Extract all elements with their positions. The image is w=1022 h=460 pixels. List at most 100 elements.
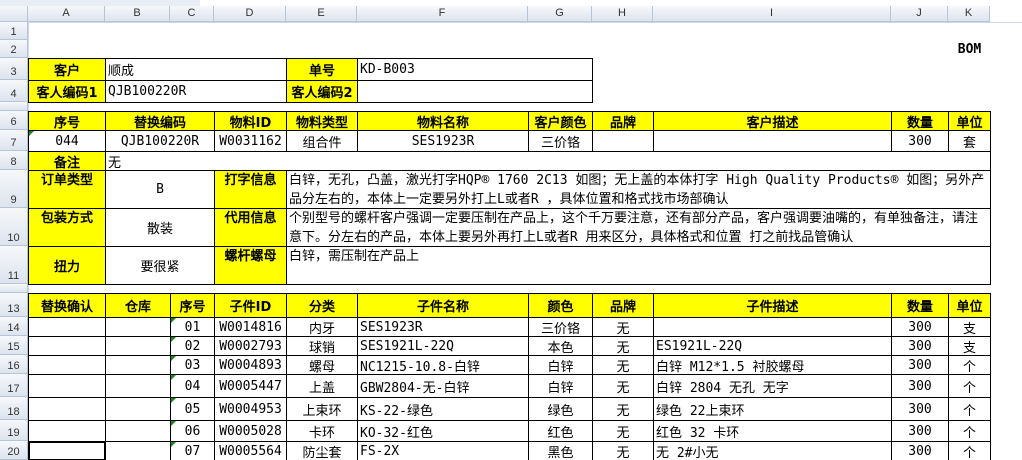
pack-value[interactable]: 散装 [105, 208, 215, 247]
row-header-15[interactable]: 15 [0, 336, 28, 355]
row-header-7[interactable]: 7 [0, 130, 28, 151]
main-row-cell-6[interactable] [592, 130, 654, 152]
table-row-1-cell-3[interactable]: W0002793 [214, 336, 287, 356]
main-header-6[interactable]: 品牌 [592, 111, 654, 131]
table-row-1-cell-1[interactable] [105, 336, 171, 356]
alt-info-label[interactable]: 代用信息 [214, 208, 287, 247]
main-header-7[interactable]: 客户描述 [653, 111, 892, 131]
table-row-2-cell-8[interactable]: 白锌 M12*1.5 衬胶螺母 [653, 355, 892, 375]
table-row-0-cell-0[interactable] [28, 317, 106, 337]
table-row-4-cell-10[interactable]: 个 [948, 397, 991, 421]
child-header-4[interactable]: 分类 [286, 293, 358, 318]
table-row-0-cell-2[interactable]: 01 [170, 317, 215, 337]
child-header-5[interactable]: 子件名称 [357, 293, 529, 318]
main-row-cell-4[interactable]: SES1923R [357, 130, 529, 152]
table-row-6-cell-5[interactable]: FS-2X [357, 441, 529, 460]
child-header-10[interactable]: 单位 [948, 293, 991, 318]
table-row-1-cell-6[interactable]: 本色 [528, 336, 593, 356]
main-row-cell-1[interactable]: QJB100220R [105, 130, 215, 152]
table-row-4-cell-6[interactable]: 绿色 [528, 397, 593, 421]
main-row-cell-9[interactable]: 套 [948, 130, 991, 152]
row-header-20[interactable]: 20 [0, 441, 28, 460]
table-row-2-cell-5[interactable]: NC1215-10.8-白锌 [357, 355, 529, 375]
main-header-9[interactable]: 单位 [948, 111, 991, 131]
main-header-8[interactable]: 数量 [891, 111, 949, 131]
table-row-2-cell-1[interactable] [105, 355, 171, 375]
column-header-e[interactable]: E [286, 6, 357, 22]
table-row-3-cell-9[interactable]: 300 [891, 374, 949, 398]
table-row-5-cell-0[interactable] [28, 420, 106, 442]
table-row-6-cell-2[interactable]: 07 [170, 441, 215, 460]
table-row-1-cell-0[interactable] [28, 336, 106, 356]
column-header-h[interactable]: H [592, 6, 653, 22]
table-row-1-cell-2[interactable]: 02 [170, 336, 215, 356]
cust-code1-value[interactable]: QJB100220R [105, 80, 287, 103]
table-row-2-cell-0[interactable] [28, 355, 106, 375]
table-row-4-cell-5[interactable]: KS-22-绿色 [357, 397, 529, 421]
main-header-1[interactable]: 替换编码 [105, 111, 215, 131]
table-row-0-cell-1[interactable] [105, 317, 171, 337]
table-row-6-cell-8[interactable]: 无 2#小无 [653, 441, 892, 460]
row-header-8[interactable]: 8 [0, 151, 28, 170]
table-row-3-cell-5[interactable]: GBW2804-无-白锌 [357, 374, 529, 398]
table-row-5-cell-3[interactable]: W0005028 [214, 420, 287, 442]
row-header-11[interactable]: 11 [0, 246, 28, 284]
table-row-2-cell-9[interactable]: 300 [891, 355, 949, 375]
table-row-6-cell-7[interactable]: 无 [592, 441, 654, 460]
table-row-4-cell-0[interactable] [28, 397, 106, 421]
table-row-2-cell-10[interactable]: 个 [948, 355, 991, 375]
top-right-label[interactable]: BOM [948, 40, 991, 59]
table-row-1-cell-8[interactable]: ES1921L-22Q [653, 336, 892, 356]
table-row-2-cell-3[interactable]: W0004893 [214, 355, 287, 375]
order-type-label[interactable]: 订单类型 [28, 170, 106, 209]
column-header-b[interactable]: B [105, 6, 170, 22]
row-header-2[interactable]: 2 [0, 40, 28, 58]
column-header-k[interactable]: K [948, 6, 990, 22]
alt-info-value[interactable]: 个别型号的螺杆客户强调一定要压制在产品上，这个千万要注意，还有部分产品，客户强调… [286, 208, 991, 247]
table-row-1-cell-5[interactable]: SES1921L-22Q [357, 336, 529, 356]
pack-label[interactable]: 包装方式 [28, 208, 106, 247]
column-header-a[interactable]: A [28, 6, 105, 22]
row-header-4[interactable]: 4 [0, 80, 28, 102]
table-row-3-cell-4[interactable]: 上盖 [286, 374, 358, 398]
table-row-1-cell-7[interactable]: 无 [592, 336, 654, 356]
table-row-6-cell-3[interactable]: W0005564 [214, 441, 287, 460]
table-row-4-cell-8[interactable]: 绿色 22上束环 [653, 397, 892, 421]
table-row-5-cell-9[interactable]: 300 [891, 420, 949, 442]
table-row-3-cell-6[interactable]: 白锌 [528, 374, 593, 398]
table-row-6-cell-1[interactable] [105, 441, 171, 460]
main-row-cell-3[interactable]: 组合件 [286, 130, 358, 152]
child-header-7[interactable]: 品牌 [592, 293, 654, 318]
main-header-0[interactable]: 序号 [28, 111, 106, 131]
table-row-2-cell-4[interactable]: 螺母 [286, 355, 358, 375]
table-row-2-cell-2[interactable]: 03 [170, 355, 215, 375]
child-header-0[interactable]: 替换确认 [28, 293, 106, 318]
row-header-hidden[interactable] [0, 102, 28, 111]
row-header-14[interactable]: 14 [0, 317, 28, 336]
table-row-3-cell-7[interactable]: 无 [592, 374, 654, 398]
column-header-c[interactable]: C [170, 6, 214, 22]
select-all-corner[interactable] [0, 6, 28, 22]
child-header-6[interactable]: 颜色 [528, 293, 593, 318]
table-row-3-cell-8[interactable]: 白锌 2804 无孔 无字 [653, 374, 892, 398]
column-header-d[interactable]: D [214, 6, 286, 22]
cust-code1-label[interactable]: 客人编码1 [28, 80, 106, 103]
row-header-13[interactable]: 13 [0, 293, 28, 317]
table-row-1-cell-9[interactable]: 300 [891, 336, 949, 356]
table-row-0-cell-5[interactable]: SES1923R [357, 317, 529, 337]
screw-label[interactable]: 螺杆螺母 [214, 246, 287, 285]
table-row-2-cell-7[interactable]: 无 [592, 355, 654, 375]
table-row-3-cell-3[interactable]: W0005447 [214, 374, 287, 398]
table-row-5-cell-1[interactable] [105, 420, 171, 442]
column-header-j[interactable]: J [891, 6, 948, 22]
child-header-9[interactable]: 数量 [891, 293, 949, 318]
row-header-10[interactable]: 10 [0, 208, 28, 246]
customer-label[interactable]: 客户 [28, 58, 106, 81]
table-row-0-cell-6[interactable]: 三价铬 [528, 317, 593, 337]
row-header-16[interactable]: 16 [0, 355, 28, 374]
row-header-18[interactable]: 18 [0, 397, 28, 420]
child-header-8[interactable]: 子件描述 [653, 293, 892, 318]
table-row-4-cell-4[interactable]: 上束环 [286, 397, 358, 421]
column-header-i[interactable]: I [653, 6, 891, 22]
table-row-5-cell-7[interactable]: 无 [592, 420, 654, 442]
